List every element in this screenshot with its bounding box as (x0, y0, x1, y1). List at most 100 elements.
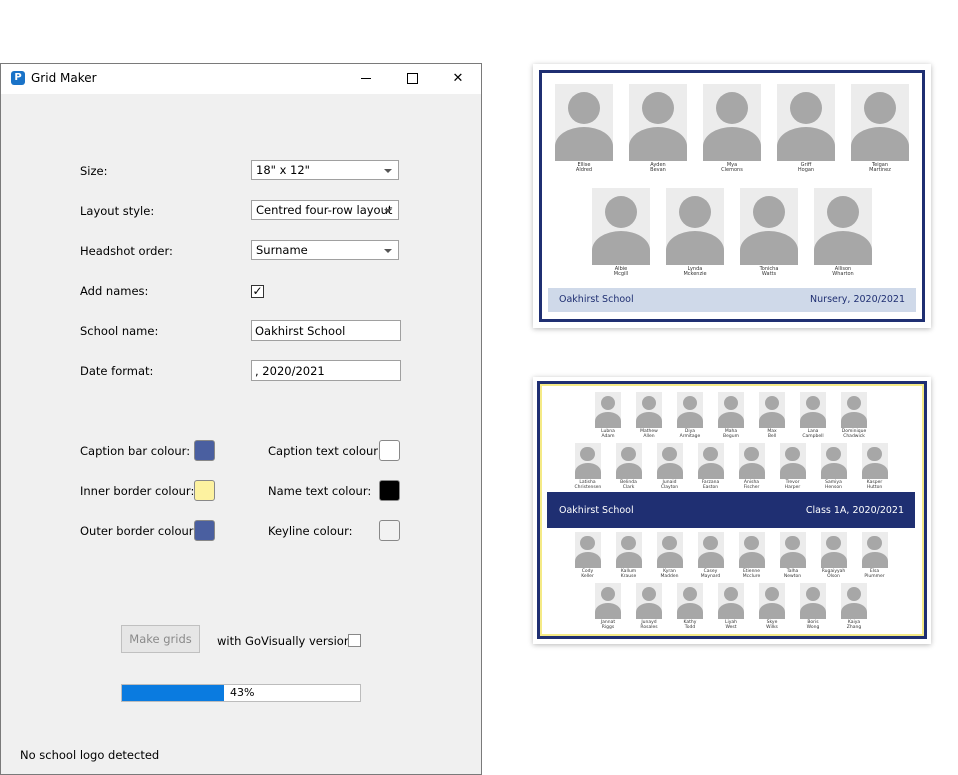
name-text-colour-label: Name text colour: (268, 484, 372, 498)
window-title: Grid Maker (31, 71, 97, 85)
headshot-name: Rugaiyyah Olson (821, 569, 847, 579)
add-names-checkbox[interactable]: ✓ (251, 285, 264, 298)
surname: Hutton (866, 484, 883, 490)
school-name-label: School name: (80, 324, 159, 338)
headshot: Lynda Mckenzie (666, 188, 724, 278)
outer-border-colour-swatch[interactable] (194, 520, 215, 541)
surname: Bell (767, 433, 777, 439)
headshot-name: Lynda Mckenzie (666, 266, 724, 278)
avatar-placeholder-icon (800, 392, 826, 428)
avatar-placeholder-icon (820, 532, 847, 568)
headshot-name: Latisha Christensen (575, 480, 602, 490)
avatar-placeholder-icon (629, 84, 687, 161)
headshot: Elsa Plummer (861, 532, 888, 579)
caption-school-name: Oakhirst School (559, 294, 634, 305)
headshot: Tonicha Watts (740, 188, 798, 278)
surname: Mckenzie (683, 271, 707, 278)
surname: Todd (684, 624, 696, 630)
surname: Mcclure (742, 573, 761, 579)
headshot-order-value: Surname (256, 243, 308, 257)
progress-bar: 43% (121, 684, 361, 702)
headshot-name: Junaid Clayton (657, 480, 683, 490)
headshot: Teigan Martinez (851, 84, 909, 174)
headshot-name: Mya Clemons (703, 162, 761, 174)
headshot: Lana Campbell (800, 392, 826, 439)
headshot-name: Griff Hogan (777, 162, 835, 174)
inner-border-colour-swatch[interactable] (194, 480, 215, 501)
headshot: Kasper Hutton (861, 443, 888, 490)
layout-style-select[interactable]: Centred four-row layout (251, 200, 399, 220)
headshot: Trevor Harper (779, 443, 806, 490)
surname: West (725, 624, 737, 630)
avatar-placeholder-icon (677, 392, 703, 428)
avatar-placeholder-icon (636, 392, 662, 428)
headshot-name: Jannat Riggs (595, 620, 621, 630)
avatar-placeholder-icon (777, 84, 835, 161)
headshot: Ayden Bevan (629, 84, 687, 174)
surname: Aldred (575, 167, 593, 174)
headshot: Albie Mcgill (592, 188, 650, 278)
caption-text-colour-swatch[interactable] (379, 440, 400, 461)
headshot-name: Diya Armitage (677, 429, 703, 439)
close-button[interactable]: ✕ (435, 64, 481, 94)
headshot-name: Samiya Henson (821, 480, 847, 490)
headshot: Mathew Allen (636, 392, 662, 439)
size-select[interactable]: 18" x 12" (251, 160, 399, 180)
preview-grid-nursery: Ellise Aldred Ayden Bevan Mya Clemons Griff Hog… (533, 64, 931, 328)
surname: Henson (825, 484, 842, 490)
avatar-placeholder-icon (718, 583, 744, 619)
headshot: Dominique Chadwick (841, 392, 867, 439)
school-name-input[interactable]: Oakhirst School (251, 320, 401, 341)
minimize-button[interactable] (343, 64, 389, 94)
avatar-placeholder-icon (615, 443, 642, 479)
avatar-placeholder-icon (820, 443, 847, 479)
keyline-colour-label: Keyline colour: (268, 524, 353, 538)
caption-text-colour-label: Caption text colour: (268, 444, 382, 458)
headshot-name: Mathew Allen (636, 429, 662, 439)
date-format-input[interactable]: , 2020/2021 (251, 360, 401, 381)
headshot: Rugaiyyah Olson (820, 532, 847, 579)
surname: Begum (723, 433, 739, 439)
headshot-name: Teigan Martinez (851, 162, 909, 174)
avatar-placeholder-icon (814, 188, 872, 265)
headshot: Samiya Henson (820, 443, 847, 490)
caption-bar-colour-swatch[interactable] (194, 440, 215, 461)
headshot-name: Casey Maynard (698, 569, 724, 579)
headshot-order-label: Headshot order: (80, 244, 173, 258)
outer-border-colour-label: Outer border colour: (80, 524, 198, 538)
headshot-name: Kasper Hutton (862, 480, 888, 490)
headshot: Skye Wilks (759, 583, 785, 630)
title-bar: P Grid Maker ✕ (1, 64, 481, 94)
keyline-colour-swatch[interactable] (379, 520, 400, 541)
headshot: Lubna Adam (595, 392, 621, 439)
govisually-checkbox[interactable] (348, 634, 361, 647)
govisually-label: with GoVisually versions: (217, 634, 361, 648)
avatar-placeholder-icon (759, 583, 785, 619)
headshot: Talha Newton (779, 532, 806, 579)
avatar-placeholder-icon (595, 583, 621, 619)
inner-border-colour-label: Inner border colour: (80, 484, 195, 498)
avatar-placeholder-icon (677, 583, 703, 619)
avatar-placeholder-icon (861, 443, 888, 479)
avatar-placeholder-icon (703, 84, 761, 161)
avatar-placeholder-icon (800, 583, 826, 619)
surname: Armitage (679, 433, 701, 439)
headshot-name: Ellise Aldred (555, 162, 613, 174)
make-grids-button[interactable]: Make grids (121, 625, 200, 653)
maximize-button[interactable] (389, 64, 435, 94)
headshot: Mya Clemons (703, 84, 761, 174)
surname: Maynard (700, 573, 721, 579)
name-text-colour-swatch[interactable] (379, 480, 400, 501)
headshot: Kyran Madden (656, 532, 683, 579)
avatar-placeholder-icon (779, 443, 806, 479)
headshot-name: Etienne Mcclure (739, 569, 765, 579)
progress-text: 43% (230, 686, 255, 699)
headshot-order-select[interactable]: Surname (251, 240, 399, 260)
grid-maker-window: P Grid Maker ✕ Size: 18" x 12" Layout st… (0, 63, 482, 775)
chevron-down-icon (384, 209, 392, 213)
surname: Keller (581, 573, 594, 579)
headshot: Kaiya Zhang (841, 583, 867, 630)
avatar-placeholder-icon (851, 84, 909, 161)
headshot-name: Liyah West (718, 620, 744, 630)
avatar-placeholder-icon (615, 532, 642, 568)
